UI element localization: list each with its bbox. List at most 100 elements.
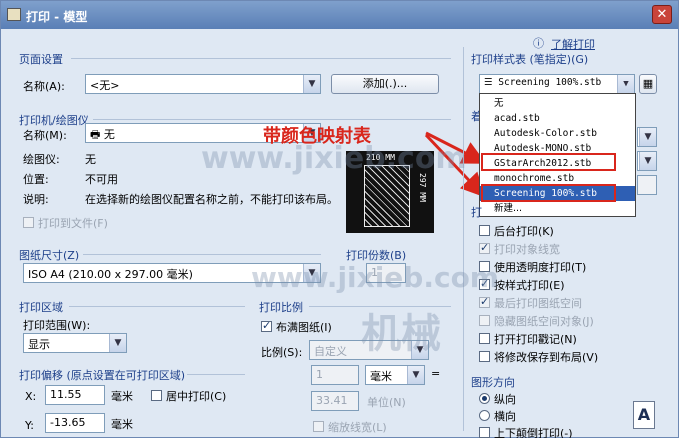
orientation-title: 图形方向 (471, 376, 515, 389)
scale-equals: = (431, 367, 441, 380)
chevron-down-icon: ▼ (407, 366, 424, 384)
divider (187, 374, 245, 375)
option-label: 最后打印图纸空间 (494, 297, 582, 310)
paperspace-last-checkbox[interactable] (479, 295, 490, 308)
page-setup-name-value: <无> (90, 79, 120, 92)
edit-plot-style-button[interactable]: ▦ (639, 74, 657, 94)
add-page-setup-button[interactable]: 添加(.)... (331, 74, 439, 94)
hide-paperspace-checkbox[interactable] (479, 315, 490, 326)
print-to-file-checkbox[interactable] (23, 217, 34, 228)
plot-range-label: 打印范围(W): (23, 319, 91, 332)
page-setup-title: 页面设置 (19, 53, 63, 66)
window-title: 打印 - 模型 (26, 10, 88, 24)
scale-lineweight-checkbox[interactable] (313, 421, 324, 432)
offset-x-value: 11.55 (50, 388, 82, 401)
plot-range-value: 显示 (28, 338, 50, 351)
scale-unit-combo[interactable]: 毫米 ▼ (365, 365, 425, 385)
column-separator (463, 47, 464, 431)
option-label: 将修改保存到布局(V) (494, 351, 599, 364)
info-icon: ⓘ (533, 37, 544, 50)
printer-app-icon (7, 8, 21, 21)
scale-value: 自定义 (314, 345, 347, 358)
close-button[interactable]: ✕ (652, 5, 672, 24)
quality-combo[interactable]: ▼ (637, 151, 657, 171)
offset-y-label: Y: (25, 419, 34, 432)
dropdown-option[interactable]: 新建... (480, 201, 635, 216)
offset-y-unit: 毫米 (111, 418, 133, 431)
plot-stamp-checkbox[interactable] (479, 333, 490, 344)
divider (83, 254, 321, 255)
plot-lineweights-checkbox[interactable] (479, 241, 490, 254)
plot-style-combo[interactable]: ☰ Screening 100%.stb ▼ (479, 74, 635, 94)
dropdown-option[interactable]: Autodesk-Color.stb (480, 126, 635, 141)
option-label: 后台打印(K) (494, 225, 554, 238)
chevron-down-icon: ▼ (639, 128, 656, 146)
divider (71, 58, 451, 59)
list-icon: ☰ (484, 77, 499, 88)
landscape-radio[interactable] (479, 410, 490, 421)
plotter-label: 绘图仪: (23, 153, 60, 166)
fit-to-paper-checkbox[interactable] (261, 319, 272, 332)
description-value: 在选择新的绘图仪配置名称之前，不能打印该布局。 (85, 193, 338, 206)
chevron-down-icon: ▼ (303, 75, 320, 93)
offset-y-field[interactable]: -13.65 (45, 413, 105, 433)
scale-denominator-field[interactable]: 33.41 (311, 391, 359, 411)
portrait-label: 纵向 (494, 393, 516, 406)
divider (69, 306, 245, 307)
dpi-field[interactable] (637, 175, 657, 195)
print-dialog: 打印 - 模型 ✕ ⓘ 了解打印 页面设置 名称(A): <无> ▼ 添加(.)… (0, 0, 679, 438)
offset-x-field[interactable]: 11.55 (45, 385, 105, 405)
center-plot-checkbox[interactable] (151, 390, 162, 401)
description-label: 说明: (23, 193, 49, 206)
scale-denominator-value: 33.41 (316, 394, 348, 407)
highlight-screening (481, 184, 616, 202)
title-bar[interactable]: 打印 - 模型 ✕ (1, 1, 678, 29)
dropdown-option[interactable]: acad.stb (480, 111, 635, 126)
scale-label: 比例(S): (261, 346, 303, 359)
offset-x-label: X: (25, 390, 37, 403)
plot-offset-title: 打印偏移 (原点设置在可打印区域) (19, 369, 186, 382)
option-label: 使用透明度打印(T) (494, 261, 587, 274)
printer-name-value: 无 (103, 128, 115, 141)
shade-option-combo[interactable]: ▼ (637, 127, 657, 147)
fit-to-paper-label: 布满图纸(I) (276, 321, 332, 334)
chevron-down-icon: ▼ (109, 334, 126, 352)
offset-x-unit: 毫米 (111, 390, 133, 403)
paper-size-title: 图纸尺寸(Z) (19, 249, 80, 262)
highlight-gstar (481, 153, 616, 171)
print-to-file-label: 打印到文件(F) (38, 217, 108, 230)
center-plot-label: 居中打印(C) (166, 390, 227, 403)
plot-scale-title: 打印比例 (259, 301, 303, 314)
chevron-down-icon: ▼ (617, 75, 634, 93)
dropdown-option[interactable]: 无 (480, 96, 635, 111)
printer-icon: 🖶 (90, 128, 104, 141)
background-plot-checkbox[interactable] (479, 225, 490, 236)
location-value: 不可用 (85, 173, 118, 186)
option-label: 打印对象线宽 (494, 243, 560, 256)
plot-options-title: 打 (471, 206, 482, 219)
portrait-radio[interactable] (479, 393, 490, 404)
table-edit-icon: ▦ (642, 77, 654, 90)
plot-style-value: Screening 100%.stb (498, 77, 602, 88)
scale-numerator-field[interactable]: 1 (311, 365, 359, 385)
page-setup-name-label: 名称(A): (23, 80, 65, 93)
scale-denominator-unit: 单位(N) (367, 396, 406, 409)
upside-down-checkbox[interactable] (479, 427, 490, 438)
plot-range-combo[interactable]: 显示 ▼ (23, 333, 127, 353)
divider (93, 119, 451, 120)
learn-print-link[interactable]: 了解打印 (551, 36, 595, 52)
printer-group-title: 打印机/绘图仪 (19, 114, 89, 127)
plot-area-title: 打印区域 (19, 301, 63, 314)
option-label: 打开打印戳记(N) (494, 333, 577, 346)
scale-lineweight-label: 缩放线宽(L) (328, 421, 387, 434)
watermark: www.jixieb.com (201, 141, 467, 176)
paper-size-value: ISO A4 (210.00 x 297.00 毫米) (28, 268, 193, 281)
landscape-label: 横向 (494, 410, 516, 423)
offset-y-value: -13.65 (50, 416, 86, 429)
watermark: www.jixieb.com (251, 261, 499, 294)
plot-style-title: 打印样式表 (笔指定)(G) (471, 53, 589, 66)
printer-name-label: 名称(M): (23, 129, 67, 142)
scale-numerator-value: 1 (316, 368, 323, 381)
page-setup-name-combo[interactable]: <无> ▼ (85, 74, 321, 94)
save-to-layout-checkbox[interactable] (479, 351, 490, 362)
